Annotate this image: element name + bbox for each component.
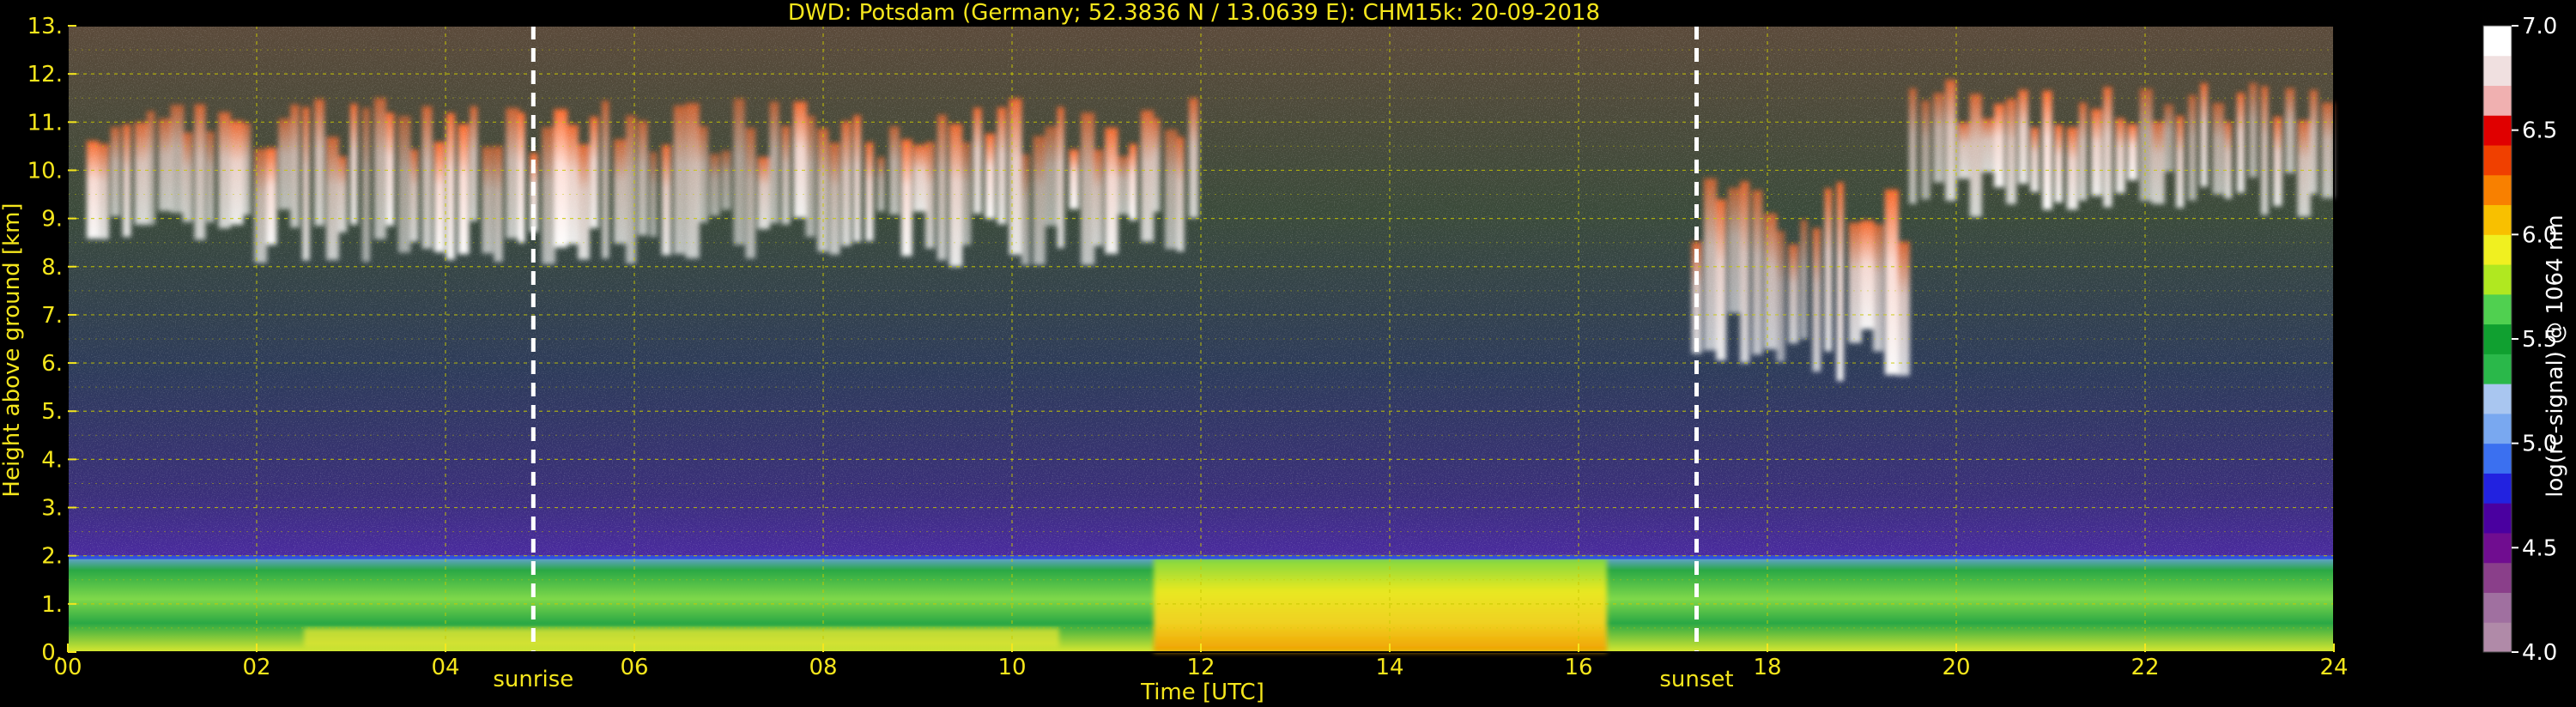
colorbar-tick-label: 4.5 bbox=[2522, 535, 2557, 561]
colorbar-segment bbox=[2483, 532, 2512, 564]
x-tick-label: 02 bbox=[242, 655, 270, 680]
x-tick-label: 08 bbox=[809, 655, 837, 680]
x-axis-label: Time [UTC] bbox=[1140, 680, 1264, 705]
y-tick-label: 2. bbox=[41, 544, 63, 570]
colorbar-segment bbox=[2483, 443, 2512, 474]
x-tick-label: 14 bbox=[1375, 655, 1403, 680]
colorbar-segment bbox=[2483, 293, 2512, 325]
y-tick-label: 3. bbox=[41, 496, 63, 522]
colorbar-segment bbox=[2483, 592, 2512, 623]
colorbar-label: log(rc-signal) @ 1064 nm bbox=[2543, 215, 2568, 497]
y-tick-label: 8. bbox=[41, 255, 63, 281]
colorbar-segment bbox=[2483, 354, 2512, 384]
colorbar-segment bbox=[2483, 323, 2512, 354]
x-tick-label: 06 bbox=[620, 655, 648, 680]
colorbar-segment bbox=[2483, 204, 2512, 235]
colorbar-segment bbox=[2483, 264, 2512, 295]
colorbar-segment bbox=[2483, 562, 2512, 593]
colorbar-tick-label: 4.0 bbox=[2522, 640, 2557, 666]
x-tick-label: 12 bbox=[1186, 655, 1215, 680]
colorbar-tick-label: 7.0 bbox=[2522, 14, 2557, 39]
colorbar-segment bbox=[2483, 55, 2512, 87]
y-tick-label: 13. bbox=[27, 14, 63, 39]
colorbar-segment bbox=[2483, 85, 2512, 116]
marker-label-sunrise: sunrise bbox=[493, 667, 573, 692]
layer-boundary-core bbox=[1154, 558, 1607, 652]
y-tick-label: 12. bbox=[27, 62, 63, 88]
y-tick-label: 1. bbox=[41, 592, 63, 618]
y-tick-label: 10. bbox=[27, 158, 63, 184]
colorbar-segment bbox=[2483, 115, 2512, 146]
x-tick-label: 04 bbox=[431, 655, 459, 680]
x-tick-label: 24 bbox=[2319, 655, 2348, 680]
y-tick-label: 0. bbox=[41, 640, 63, 666]
colorbar-segment bbox=[2483, 234, 2512, 265]
colorbar-segment bbox=[2483, 145, 2512, 176]
colorbar-segment bbox=[2483, 413, 2512, 444]
colorbar-tick-label: 6.5 bbox=[2522, 118, 2557, 144]
marker-label-sunset: sunset bbox=[1659, 667, 1733, 692]
colorbar-segment bbox=[2483, 503, 2512, 534]
colorbar-segment bbox=[2483, 384, 2512, 414]
colorbar-segment bbox=[2483, 473, 2512, 504]
x-tick-label: 18 bbox=[1753, 655, 1781, 680]
x-tick-label: 20 bbox=[1942, 655, 1970, 680]
y-tick-label: 11. bbox=[27, 110, 63, 136]
y-tick-label: 5. bbox=[41, 399, 63, 425]
y-axis-label: Height above ground [km] bbox=[0, 202, 25, 497]
y-tick-label: 6. bbox=[41, 351, 63, 377]
y-tick-label: 9. bbox=[41, 207, 63, 233]
chart-title: DWD: Potsdam (Germany; 52.3836 N / 13.06… bbox=[788, 0, 1600, 26]
x-tick-label: 10 bbox=[997, 655, 1026, 680]
y-tick-label: 4. bbox=[41, 447, 63, 473]
colorbar-segment bbox=[2483, 174, 2512, 206]
layer-surface bbox=[304, 627, 1059, 648]
x-tick-label: 16 bbox=[1564, 655, 1592, 680]
colorbar-segment bbox=[2483, 26, 2512, 57]
colorbar-segment bbox=[2483, 622, 2512, 653]
y-tick-label: 7. bbox=[41, 303, 63, 329]
ceilometer-chart: sunrise sunset 00 02 04 06 08 10 12 14 16 18 20 22 24… bbox=[0, 0, 2568, 705]
x-tick-label: 22 bbox=[2131, 655, 2159, 680]
